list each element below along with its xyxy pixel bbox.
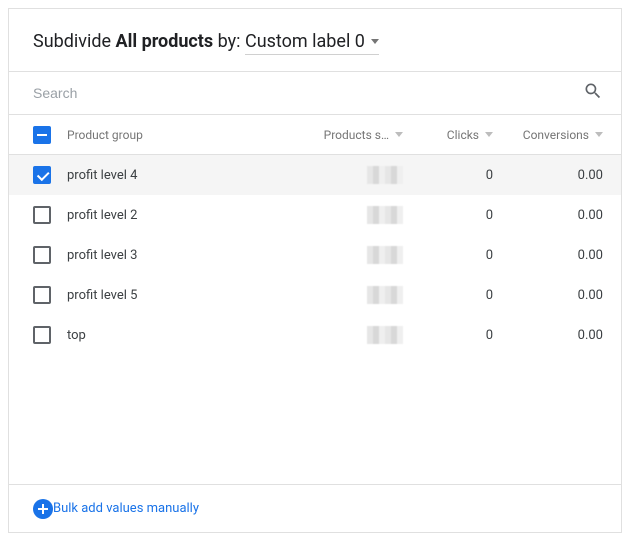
row-clicks: 0 xyxy=(403,328,493,343)
search-input[interactable] xyxy=(33,85,583,101)
sort-icon xyxy=(485,132,493,137)
panel-header: Subdivide All products by: Custom label … xyxy=(9,9,621,71)
row-name: profit level 5 xyxy=(67,288,293,303)
plus-circle-icon xyxy=(33,499,53,519)
row-clicks: 0 xyxy=(403,208,493,223)
table-row[interactable]: profit level 5 00.00 xyxy=(9,275,621,315)
row-checkbox[interactable] xyxy=(33,286,51,304)
products-value-redacted xyxy=(367,286,403,304)
table-row[interactable]: top 00.00 xyxy=(9,315,621,355)
column-header-clicks-label: Clicks xyxy=(447,128,479,142)
header-suffix: by: xyxy=(213,31,245,52)
products-value-redacted xyxy=(367,246,403,264)
row-checkbox[interactable] xyxy=(33,246,51,264)
column-header-conversions-label: Conversions xyxy=(523,128,589,142)
row-conversions: 0.00 xyxy=(493,328,603,343)
row-conversions: 0.00 xyxy=(493,208,603,223)
column-header-clicks[interactable]: Clicks xyxy=(403,128,493,142)
row-checkbox[interactable] xyxy=(33,166,51,184)
row-name: profit level 3 xyxy=(67,248,293,263)
subdivide-panel: Subdivide All products by: Custom label … xyxy=(8,8,622,533)
table-row[interactable]: profit level 4 00.00 xyxy=(9,155,621,195)
column-header-products[interactable]: Products s… xyxy=(293,128,403,142)
table-row[interactable]: profit level 2 00.00 xyxy=(9,195,621,235)
row-checkbox[interactable] xyxy=(33,206,51,224)
sort-icon xyxy=(595,132,603,137)
row-name: top xyxy=(67,328,293,343)
search-row xyxy=(9,71,621,115)
row-clicks: 0 xyxy=(403,168,493,183)
rows-container: profit level 400.00profit level 200.00pr… xyxy=(9,155,621,484)
products-value-redacted xyxy=(367,166,403,184)
column-header-products-label: Products s… xyxy=(324,128,389,142)
row-conversions: 0.00 xyxy=(493,288,603,303)
table-row[interactable]: profit level 3 00.00 xyxy=(9,235,621,275)
dropdown-value: Custom label 0 xyxy=(245,31,365,52)
column-header-name[interactable]: Product group xyxy=(67,128,293,142)
row-checkbox[interactable] xyxy=(33,326,51,344)
row-conversions: 0.00 xyxy=(493,168,603,183)
row-clicks: 0 xyxy=(403,288,493,303)
select-all-checkbox[interactable] xyxy=(33,126,51,144)
header-prefix: Subdivide xyxy=(33,31,116,52)
row-clicks: 0 xyxy=(403,248,493,263)
column-header-conversions[interactable]: Conversions xyxy=(493,128,603,142)
row-name: profit level 4 xyxy=(67,168,293,183)
products-value-redacted xyxy=(367,206,403,224)
header-emphasis: All products xyxy=(116,31,214,52)
bulk-add-button[interactable]: Bulk add values manually xyxy=(9,484,621,532)
subdivide-by-dropdown[interactable]: Custom label 0 xyxy=(245,31,379,55)
row-name: profit level 2 xyxy=(67,208,293,223)
row-conversions: 0.00 xyxy=(493,248,603,263)
bulk-add-label: Bulk add values manually xyxy=(53,501,199,516)
products-value-redacted xyxy=(367,326,403,344)
column-headers: Product group Products s… Clicks Convers… xyxy=(9,115,621,155)
search-icon[interactable] xyxy=(583,81,603,105)
chevron-down-icon xyxy=(371,39,379,44)
sort-icon xyxy=(395,132,403,137)
column-header-name-label: Product group xyxy=(67,128,143,142)
